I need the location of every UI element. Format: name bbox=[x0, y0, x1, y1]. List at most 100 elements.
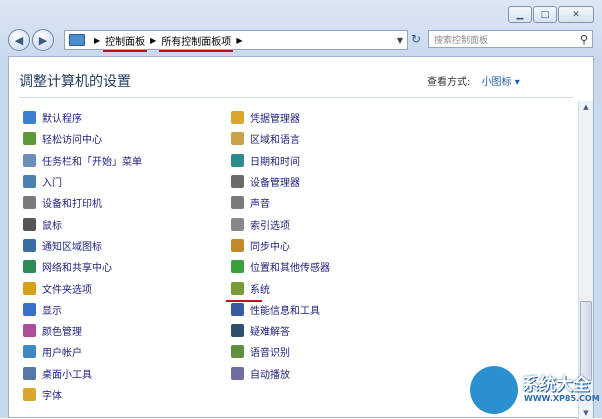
scroll-up-icon[interactable]: ▲ bbox=[581, 103, 591, 111]
item-label: 任务栏和「开始」菜单 bbox=[42, 156, 142, 168]
speech-icon bbox=[231, 345, 244, 359]
control-panel-item[interactable]: 设备管理器 bbox=[231, 171, 330, 192]
item-label: 性能信息和工具 bbox=[250, 305, 320, 317]
close-button[interactable]: ✕ bbox=[558, 6, 594, 23]
breadcrumb-separator-icon: ▶ bbox=[236, 35, 243, 45]
user-icon bbox=[23, 345, 36, 359]
back-arrow-icon: ◀ bbox=[14, 33, 24, 47]
region-icon bbox=[231, 132, 244, 146]
gadgets-icon bbox=[23, 366, 36, 380]
item-label: 语音识别 bbox=[250, 348, 290, 360]
page-title: 调整计算机的设置 bbox=[19, 74, 131, 90]
control-panel-item[interactable]: 性能信息和工具 bbox=[231, 299, 330, 320]
maximize-button[interactable]: □ bbox=[533, 6, 557, 23]
control-panel-item[interactable]: 通知区域图标 bbox=[23, 235, 142, 256]
view-by: 查看方式: 小图标 ▾ bbox=[427, 73, 520, 88]
refresh-button[interactable]: ↻ bbox=[408, 30, 424, 48]
notification-icon bbox=[23, 238, 36, 252]
credential-icon bbox=[231, 111, 244, 125]
control-panel-item[interactable]: 入门 bbox=[23, 171, 142, 192]
watermark-globe-icon bbox=[470, 366, 518, 414]
control-panel-item[interactable]: 索引选项 bbox=[231, 213, 330, 234]
control-panel-item[interactable]: 鼠标 bbox=[23, 213, 142, 234]
item-label: 桌面小工具 bbox=[42, 369, 92, 381]
search-placeholder: 搜索控制面板 bbox=[434, 35, 489, 46]
search-box[interactable]: 搜索控制面板 ⚲ bbox=[428, 30, 593, 48]
control-panel-item[interactable]: 网络和共享中心 bbox=[23, 256, 142, 277]
item-label: 区域和语言 bbox=[250, 135, 300, 147]
view-by-dropdown[interactable]: 小图标 ▾ bbox=[482, 77, 520, 88]
item-label: 颜色管理 bbox=[42, 327, 82, 339]
control-panel-item[interactable]: 桌面小工具 bbox=[23, 363, 142, 384]
forward-arrow-icon: ▶ bbox=[38, 33, 48, 47]
default-programs-icon bbox=[23, 111, 36, 125]
system-icon bbox=[231, 281, 244, 295]
taskbar-icon bbox=[23, 153, 36, 167]
mouse-icon bbox=[23, 217, 36, 231]
item-label: 文件夹选项 bbox=[42, 284, 92, 296]
control-panel-item[interactable]: 文件夹选项 bbox=[23, 277, 142, 298]
breadcrumb-control-panel[interactable]: 控制面板 bbox=[103, 33, 148, 52]
font-icon bbox=[23, 388, 36, 401]
control-panel-item[interactable]: 系统 bbox=[226, 277, 330, 302]
navigation-bar: ◀ ▶ ▶ 控制面板 ▶ 所有控制面板项 ▶ ▼ ↻ 搜索控制面板 ⚲ bbox=[8, 27, 594, 53]
back-button[interactable]: ◀ bbox=[8, 29, 30, 51]
control-panel-window: ▁ □ ✕ ◀ ▶ ▶ 控制面板 ▶ 所有控制面板项 ▶ ▼ ↻ 搜索控制面板 … bbox=[0, 0, 602, 419]
control-panel-item[interactable]: 用户帐户 bbox=[23, 341, 142, 362]
device-manager-icon bbox=[231, 175, 244, 189]
item-label: 用户帐户 bbox=[42, 348, 82, 360]
minimize-button[interactable]: ▁ bbox=[508, 6, 532, 23]
watermark-url: WWW.XP85.COM bbox=[524, 394, 600, 403]
view-by-label: 查看方式: bbox=[427, 77, 471, 88]
breadcrumb-all-items[interactable]: 所有控制面板项 bbox=[159, 33, 234, 52]
printer-icon bbox=[23, 196, 36, 210]
control-panel-item[interactable]: 语音识别 bbox=[231, 341, 330, 362]
control-panel-item[interactable]: 声音 bbox=[231, 192, 330, 213]
item-label: 同步中心 bbox=[250, 241, 290, 253]
control-panel-item[interactable]: 位置和其他传感器 bbox=[231, 256, 330, 277]
item-label: 设备管理器 bbox=[250, 178, 300, 190]
search-icon[interactable]: ⚲ bbox=[580, 33, 588, 46]
breadcrumb-label: 控制面板 bbox=[105, 36, 146, 48]
troubleshoot-icon bbox=[231, 324, 244, 338]
address-bar[interactable]: ▶ 控制面板 ▶ 所有控制面板项 ▶ ▼ bbox=[64, 30, 408, 52]
item-label: 通知区域图标 bbox=[42, 241, 102, 253]
ease-of-access-icon bbox=[23, 132, 36, 146]
folder-icon bbox=[23, 281, 36, 295]
control-panel-item[interactable]: 自动播放 bbox=[231, 363, 330, 384]
control-panel-item[interactable]: 疑难解答 bbox=[231, 320, 330, 341]
watermark-text: 系统大全 bbox=[522, 375, 590, 395]
refresh-icon: ↻ bbox=[410, 32, 422, 46]
autoplay-icon bbox=[231, 366, 244, 380]
index-icon bbox=[231, 217, 244, 231]
control-panel-item[interactable]: 显示 bbox=[23, 299, 142, 320]
item-label: 显示 bbox=[42, 305, 62, 317]
sync-icon bbox=[231, 238, 244, 252]
location-icon bbox=[231, 260, 244, 274]
forward-button[interactable]: ▶ bbox=[32, 29, 54, 51]
display-icon bbox=[23, 302, 36, 316]
getting-started-icon bbox=[23, 175, 36, 189]
control-panel-item[interactable]: 设备和打印机 bbox=[23, 192, 142, 213]
control-panel-item[interactable]: 轻松访问中心 bbox=[23, 128, 142, 149]
control-panel-item[interactable]: 凭据管理器 bbox=[231, 107, 330, 128]
control-panel-item[interactable]: 区域和语言 bbox=[231, 128, 330, 149]
item-label: 位置和其他传感器 bbox=[250, 263, 330, 275]
item-label: 轻松访问中心 bbox=[42, 135, 102, 147]
red-annotation-underline bbox=[159, 49, 234, 52]
control-panel-item[interactable]: 任务栏和「开始」菜单 bbox=[23, 150, 142, 171]
item-label: 设备和打印机 bbox=[42, 199, 102, 211]
performance-icon bbox=[231, 302, 244, 316]
control-panel-item[interactable]: 颜色管理 bbox=[23, 320, 142, 341]
clock-icon bbox=[231, 153, 244, 167]
control-panel-item[interactable]: 字体 bbox=[23, 384, 142, 405]
control-panel-item[interactable]: 默认程序 bbox=[23, 107, 142, 128]
right-items-column: 凭据管理器区域和语言日期和时间设备管理器声音索引选项同步中心位置和其他传感器系统… bbox=[226, 107, 330, 384]
control-panel-item[interactable]: 同步中心 bbox=[231, 235, 330, 256]
breadcrumb-separator-icon: ▶ bbox=[150, 35, 157, 45]
address-dropdown-icon[interactable]: ▼ bbox=[397, 36, 403, 45]
item-label: 索引选项 bbox=[250, 220, 290, 232]
control-panel-item[interactable]: 日期和时间 bbox=[231, 150, 330, 171]
network-icon bbox=[23, 260, 36, 274]
divider bbox=[19, 97, 573, 98]
